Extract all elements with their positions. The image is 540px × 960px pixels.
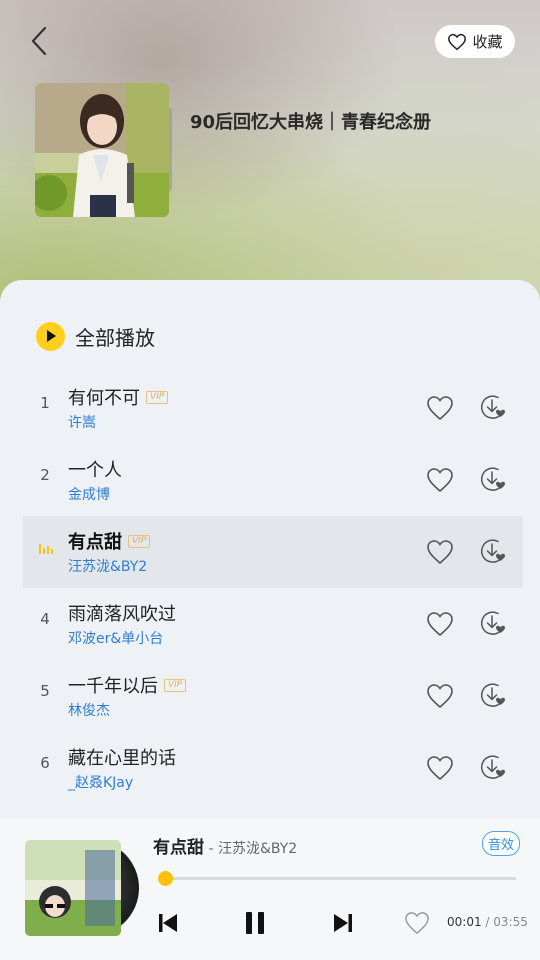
sound-effects-button[interactable]: 音效	[482, 831, 520, 856]
equalizer-playing-icon	[39, 544, 53, 554]
song-title: 有何不可	[68, 388, 140, 409]
playlist-cover[interactable]	[35, 83, 169, 217]
collect-label: 收藏	[472, 33, 503, 51]
current-time: 00:01	[447, 915, 482, 929]
previous-button[interactable]	[154, 908, 182, 938]
collect-button[interactable]: 收藏	[435, 25, 515, 58]
song-row[interactable]: 6 藏在心里的话 _赵叒KJay	[23, 732, 523, 804]
vip-badge: VIP	[128, 534, 151, 548]
now-playing-artist: - 汪苏泷&BY2	[204, 841, 298, 857]
heart-outline-icon[interactable]	[426, 539, 454, 565]
song-row-playing[interactable]: 有点甜 VIP 汪苏泷&BY2	[23, 516, 523, 588]
album-art-image	[25, 840, 121, 936]
song-row[interactable]: 4 雨滴落风吹过 邓波er&单小台	[23, 588, 523, 660]
now-playing-song: 有点甜	[153, 838, 204, 858]
song-row[interactable]: 2 一个人 金成博	[23, 444, 523, 516]
skip-previous-icon	[159, 914, 177, 932]
download-icon[interactable]	[479, 465, 507, 493]
playlist-title: 90后回忆大串烧｜青春纪念册	[190, 112, 432, 133]
song-row[interactable]: 5 一千年以后 VIP 林俊杰	[23, 660, 523, 732]
song-index: 4	[40, 610, 50, 628]
cover-art-image	[35, 83, 169, 217]
download-icon[interactable]	[479, 393, 507, 421]
song-row[interactable]: 1 有何不可 VIP 许嵩	[23, 372, 523, 444]
heart-outline-icon[interactable]	[426, 755, 454, 781]
total-time: 03:55	[493, 915, 528, 929]
now-playing-cover[interactable]	[25, 840, 139, 936]
pause-button[interactable]	[240, 908, 270, 938]
song-title: 一个人	[68, 460, 122, 481]
pause-icon	[246, 912, 264, 934]
heart-outline-icon[interactable]	[426, 395, 454, 421]
download-icon[interactable]	[479, 537, 507, 565]
progress-bar[interactable]	[158, 871, 516, 886]
heart-outline-icon[interactable]	[426, 467, 454, 493]
vip-badge: VIP	[146, 390, 169, 404]
heart-outline-icon[interactable]	[426, 611, 454, 637]
playback-time: 00:01 / 03:55	[447, 915, 528, 929]
song-title: 有点甜	[68, 532, 122, 553]
song-index: 1	[40, 394, 50, 412]
player-like-button[interactable]	[403, 909, 431, 937]
play-circle-icon	[36, 321, 65, 351]
song-title: 一千年以后	[68, 676, 158, 697]
heart-outline-icon[interactable]	[426, 683, 454, 709]
play-all-label: 全部播放	[75, 325, 155, 350]
song-artist[interactable]: 金成博	[68, 484, 110, 504]
now-playing-title[interactable]: 有点甜 - 汪苏泷&BY2	[153, 833, 297, 858]
song-index: 6	[40, 754, 50, 772]
song-artist[interactable]: _赵叒KJay	[68, 772, 133, 792]
download-icon[interactable]	[479, 753, 507, 781]
skip-next-icon	[334, 914, 352, 932]
next-button[interactable]	[329, 908, 357, 938]
time-separator: /	[481, 915, 494, 929]
song-title: 雨滴落风吹过	[68, 604, 176, 625]
heart-outline-icon	[448, 33, 467, 50]
download-icon[interactable]	[479, 609, 507, 637]
heart-outline-icon	[405, 912, 429, 934]
play-all-button[interactable]: 全部播放	[36, 320, 155, 352]
song-index: 2	[40, 466, 50, 484]
song-artist[interactable]: 许嵩	[68, 412, 96, 432]
song-artist[interactable]: 邓波er&单小台	[68, 628, 163, 648]
song-title: 藏在心里的话	[68, 748, 176, 769]
song-index: 5	[40, 682, 50, 700]
song-artist[interactable]: 汪苏泷&BY2	[68, 556, 147, 576]
chevron-left-icon	[31, 26, 47, 56]
download-icon[interactable]	[479, 681, 507, 709]
back-button[interactable]	[22, 24, 56, 58]
song-artist[interactable]: 林俊杰	[68, 700, 110, 720]
vip-badge: VIP	[164, 678, 187, 692]
